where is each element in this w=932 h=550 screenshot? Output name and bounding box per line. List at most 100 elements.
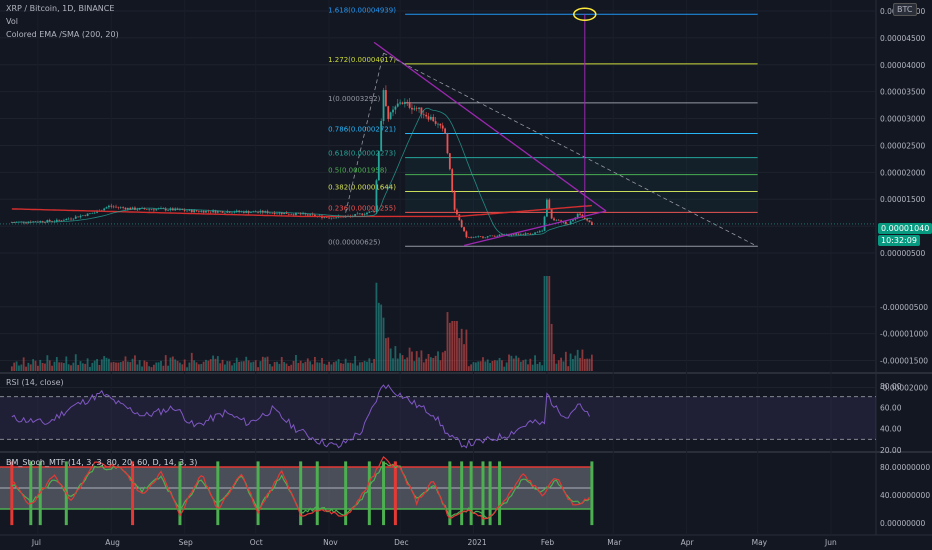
volume-bar (309, 361, 312, 371)
volume-bar (276, 361, 278, 371)
volume-bar (155, 362, 158, 371)
time-scale[interactable]: Jul Aug Sep Oct Nov Dec 2021 Feb Mar Apr May Jun (31, 538, 837, 547)
price-tick-label: 0.00002000 (880, 168, 926, 177)
volume-bar (588, 358, 591, 371)
volume-bar (482, 357, 484, 371)
rsi-tick-label: 40.00 (880, 425, 902, 434)
candle-body (493, 235, 496, 237)
volume-bar (44, 363, 46, 371)
volume-bar (176, 360, 179, 371)
candle-body (150, 209, 153, 210)
countdown-badge: 10:32:09 (878, 235, 920, 246)
price-scale[interactable]: 0.000055000.000050000.000045000.00004000… (880, 0, 930, 528)
candle-body (197, 211, 200, 212)
volume-bar (434, 355, 437, 371)
volume-bar (285, 363, 288, 371)
volume-bar (399, 353, 402, 371)
candle-body (89, 213, 91, 215)
fibonacci-levels: 1.618(0.00004939) 1.272(0.00004017) 1(0.00… (328, 6, 758, 247)
volume-bar (295, 354, 297, 371)
volume-bar (529, 358, 532, 371)
volume-bar (84, 363, 87, 371)
volume-bar (581, 349, 584, 371)
time-tick-label: Jul (31, 538, 41, 547)
candle-body (538, 231, 541, 233)
ema-legend: Colored EMA /SMA (200, 20) (6, 30, 119, 39)
candle-body (456, 209, 458, 215)
candle-body (517, 233, 520, 235)
volume-bar (493, 360, 496, 371)
volume-bar (51, 365, 53, 371)
volume-bar (375, 282, 378, 371)
candle-body (522, 233, 525, 235)
fib-zone (405, 157, 758, 213)
candle-body (325, 217, 328, 218)
volume-bar (148, 366, 151, 371)
volume-bar (25, 366, 27, 371)
candle-body (489, 235, 491, 237)
candle-body (453, 191, 456, 210)
candle-body (231, 212, 233, 214)
volume-bar (53, 361, 56, 371)
candle-body (105, 207, 108, 209)
candle-body (115, 206, 117, 208)
volume-bar (467, 366, 470, 371)
stoch-buy-marker (29, 461, 33, 526)
candle-body (406, 102, 409, 103)
rsi-tick-label: 80.00 (880, 382, 902, 391)
price-tick-label: 0.00000500 (880, 249, 926, 258)
candle-body (484, 237, 487, 238)
volume-bar (460, 328, 463, 371)
candle-body (437, 123, 439, 125)
rsi-pane (0, 384, 876, 449)
volume-bar (122, 361, 125, 371)
volume-bar (524, 359, 527, 371)
volume-bar (429, 357, 432, 371)
candle-body (81, 215, 84, 216)
volume-bar (522, 360, 525, 371)
volume-bar (501, 360, 503, 371)
candle-body (124, 207, 127, 210)
volume-bar (10, 366, 13, 371)
volume-bar (278, 363, 281, 371)
candle-body (117, 206, 120, 208)
candle-body (152, 209, 155, 211)
stoch-buy-marker (590, 461, 594, 526)
volume-bar (205, 359, 207, 371)
candle-body (332, 217, 335, 219)
fib-level-label: 1.618(0.00004939) (328, 6, 396, 14)
volume-bar (150, 367, 153, 371)
volume-bar (560, 357, 563, 371)
volume-bar (89, 366, 91, 371)
time-tick-label: Oct (250, 538, 263, 547)
volume-bar (195, 362, 198, 371)
volume-bar (60, 362, 63, 371)
volume-bar (541, 365, 544, 371)
volume-bar (77, 364, 80, 371)
candle-body (501, 234, 503, 236)
candle-body (441, 125, 444, 129)
volume-bar (167, 365, 169, 371)
volume-bar (143, 360, 146, 371)
price-chart-canvas[interactable]: 1.618(0.00004939) 1.272(0.00004017) 1(0.00… (0, 0, 932, 550)
volume-bar (183, 359, 186, 371)
volume-bar (579, 357, 581, 371)
candle-body (408, 102, 411, 108)
candle-body (93, 212, 96, 214)
candle-body (579, 213, 581, 215)
volume-bar (311, 364, 314, 371)
volume-bar (214, 358, 217, 371)
volume-bar (538, 362, 541, 371)
volume-bar (576, 349, 579, 371)
volume-bar (131, 358, 134, 371)
currency-badge[interactable]: BTC (893, 3, 917, 16)
volume-bar (200, 364, 203, 371)
volume-bar (110, 362, 113, 371)
candle-body (77, 216, 80, 218)
volume-bar (186, 367, 188, 371)
candle-body (148, 209, 151, 210)
volume-bar (543, 276, 546, 371)
volume-bar (197, 364, 200, 371)
time-tick-label: Feb (541, 538, 555, 547)
candle-body (186, 210, 188, 212)
